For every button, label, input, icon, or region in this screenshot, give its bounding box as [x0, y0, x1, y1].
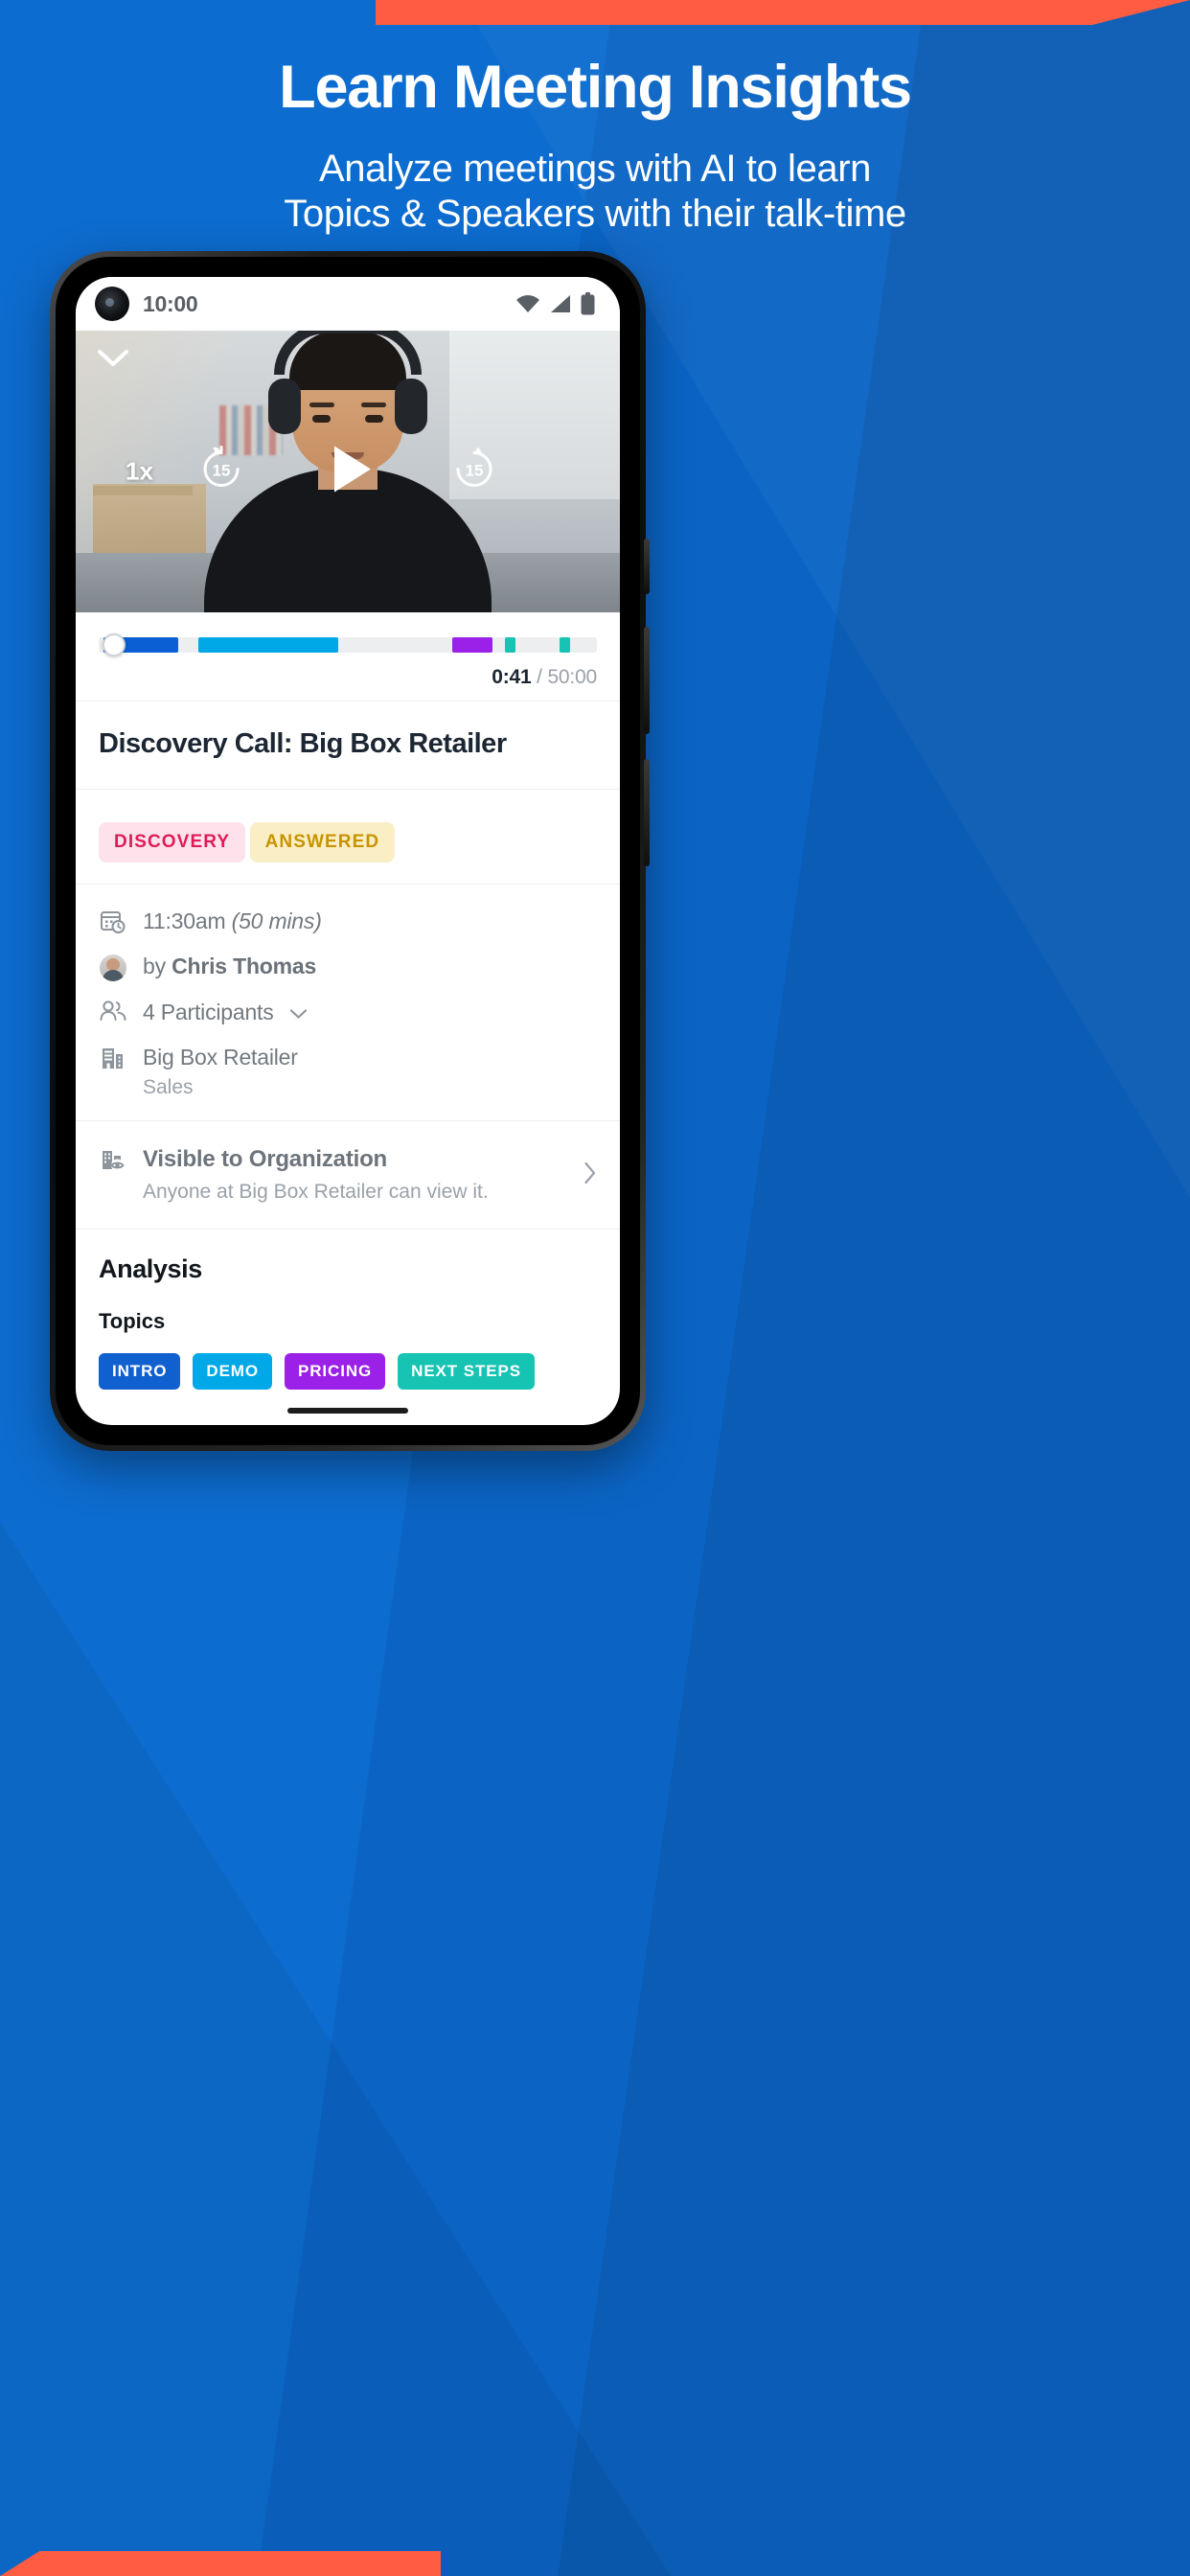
participants-text[interactable]: 4 Participants [143, 999, 308, 1026]
progress-playhead[interactable] [103, 633, 126, 656]
accent-bar-top [376, 0, 1190, 25]
visibility-title: Visible to Organization [143, 1146, 387, 1173]
promo-subheadline: Analyze meetings with AI to learn Topics… [0, 147, 1190, 237]
meeting-tags: DISCOVERY ANSWERED [76, 789, 620, 884]
topic-segment-demo[interactable] [198, 637, 338, 653]
topic-chip-demo[interactable]: DEMO [193, 1353, 272, 1391]
front-camera-punch-hole [95, 287, 129, 321]
forward-15-button[interactable]: 15 [449, 445, 499, 499]
metadata-row-participants[interactable]: 4 Participants [99, 999, 597, 1026]
status-bar: 10:00 [76, 277, 620, 331]
topic-segment-pricing[interactable] [452, 637, 492, 653]
company-team: Sales [143, 1076, 194, 1099]
analysis-section: Analysis Topics INTRO DEMO PRICING NEXT … [76, 1229, 620, 1399]
play-icon[interactable] [311, 433, 384, 511]
chevron-down-icon[interactable] [97, 348, 129, 369]
owner-text: by Chris Thomas [143, 953, 316, 980]
company-text: Big Box Retailer Sales [143, 1044, 298, 1100]
status-bar-icons [515, 292, 595, 315]
headphone-band [274, 331, 422, 375]
status-bar-clock: 10:00 [143, 290, 198, 316]
topic-chip-pricing[interactable]: PRICING [285, 1353, 386, 1391]
video-shelf-upper [93, 486, 193, 495]
chevron-right-icon[interactable] [584, 1162, 597, 1189]
current-time: 0:41 [492, 666, 532, 688]
phone-volume-down-button [644, 759, 650, 866]
svg-text:15: 15 [466, 462, 484, 480]
speaker-eye-right [365, 415, 383, 423]
visibility-row[interactable]: Visible to Organization Anyone at Big Bo… [76, 1120, 620, 1229]
phone-screen: 10:00 1x 15 15 0:41 / 50:00 Discovery Ca… [76, 277, 620, 1425]
metadata-row-company: Big Box Retailer Sales [99, 1044, 597, 1100]
headphone-cup-right [395, 379, 427, 434]
tag-answered[interactable]: ANSWERED [249, 822, 396, 862]
time-separator: / [537, 666, 542, 688]
meeting-title: Discovery Call: Big Box Retailer [76, 701, 620, 789]
participants-label: 4 Participants [143, 999, 274, 1024]
battery-icon [581, 292, 595, 315]
people-icon [99, 999, 127, 1022]
topic-chip-intro[interactable]: INTRO [99, 1353, 181, 1391]
promo-text-block: Learn Meeting Insights Analyze meetings … [0, 56, 1190, 237]
phone-mockup: 10:00 1x 15 15 0:41 / 50:00 Discovery Ca… [50, 251, 650, 1451]
visibility-text: Visible to Organization Anyone at Big Bo… [143, 1146, 489, 1204]
topic-chip-list: INTRO DEMO PRICING NEXT STEPS [99, 1353, 597, 1391]
topic-segment-next-steps-2[interactable] [560, 637, 571, 653]
accent-bar-bottom [0, 2551, 441, 2576]
signal-icon [551, 295, 570, 312]
metadata-row-owner: by Chris Thomas [99, 953, 597, 981]
owner-prefix: by [143, 953, 166, 978]
calendar-clock-icon [99, 908, 127, 934]
promo-subheadline-line1: Analyze meetings with AI to learn [319, 147, 871, 190]
meeting-metadata: 11:30am (50 mins) by Chris Thomas 4 Part… [76, 884, 620, 1120]
home-indicator[interactable] [287, 1408, 408, 1414]
building-icon [99, 1044, 127, 1070]
avatar [99, 953, 127, 981]
promo-subheadline-line2: Topics & Speakers with their talk-time [284, 192, 906, 235]
phone-power-button [644, 539, 650, 594]
playback-progress-block: 0:41 / 50:00 [76, 612, 620, 701]
topic-chip-next-steps[interactable]: NEXT STEPS [398, 1353, 535, 1391]
speaker-eyebrow-right [361, 402, 386, 407]
promo-headline: Learn Meeting Insights [279, 54, 912, 121]
wifi-icon [516, 295, 539, 312]
topic-segment-next-steps-1[interactable] [504, 637, 516, 653]
analysis-heading: Analysis [99, 1254, 202, 1284]
tag-discovery[interactable]: DISCOVERY [99, 822, 246, 862]
time-display: 0:41 / 50:00 [99, 666, 597, 689]
rewind-15-button[interactable]: 15 [196, 445, 246, 499]
company-name: Big Box Retailer [143, 1044, 298, 1070]
phone-volume-up-button [644, 627, 650, 734]
chevron-down-icon[interactable] [289, 1008, 308, 1020]
speaker-eye-left [312, 415, 331, 423]
owner-name: Chris Thomas [172, 953, 317, 978]
topics-heading: Topics [99, 1309, 166, 1334]
visibility-subtitle: Anyone at Big Box Retailer can view it. [143, 1181, 489, 1204]
metadata-row-schedule: 11:30am (50 mins) [99, 908, 597, 935]
svg-text:15: 15 [213, 462, 231, 480]
meeting-time: 11:30am [143, 908, 226, 933]
video-player[interactable]: 1x 15 15 [76, 331, 620, 612]
headphone-cup-left [268, 379, 301, 434]
building-eye-icon [99, 1146, 127, 1173]
schedule-text: 11:30am (50 mins) [143, 908, 322, 935]
speaker-eyebrow-left [309, 402, 334, 407]
meeting-duration: (50 mins) [231, 908, 322, 933]
total-time: 50:00 [547, 666, 597, 688]
playback-speed-button[interactable]: 1x [126, 457, 153, 487]
progress-track[interactable] [99, 633, 597, 656]
